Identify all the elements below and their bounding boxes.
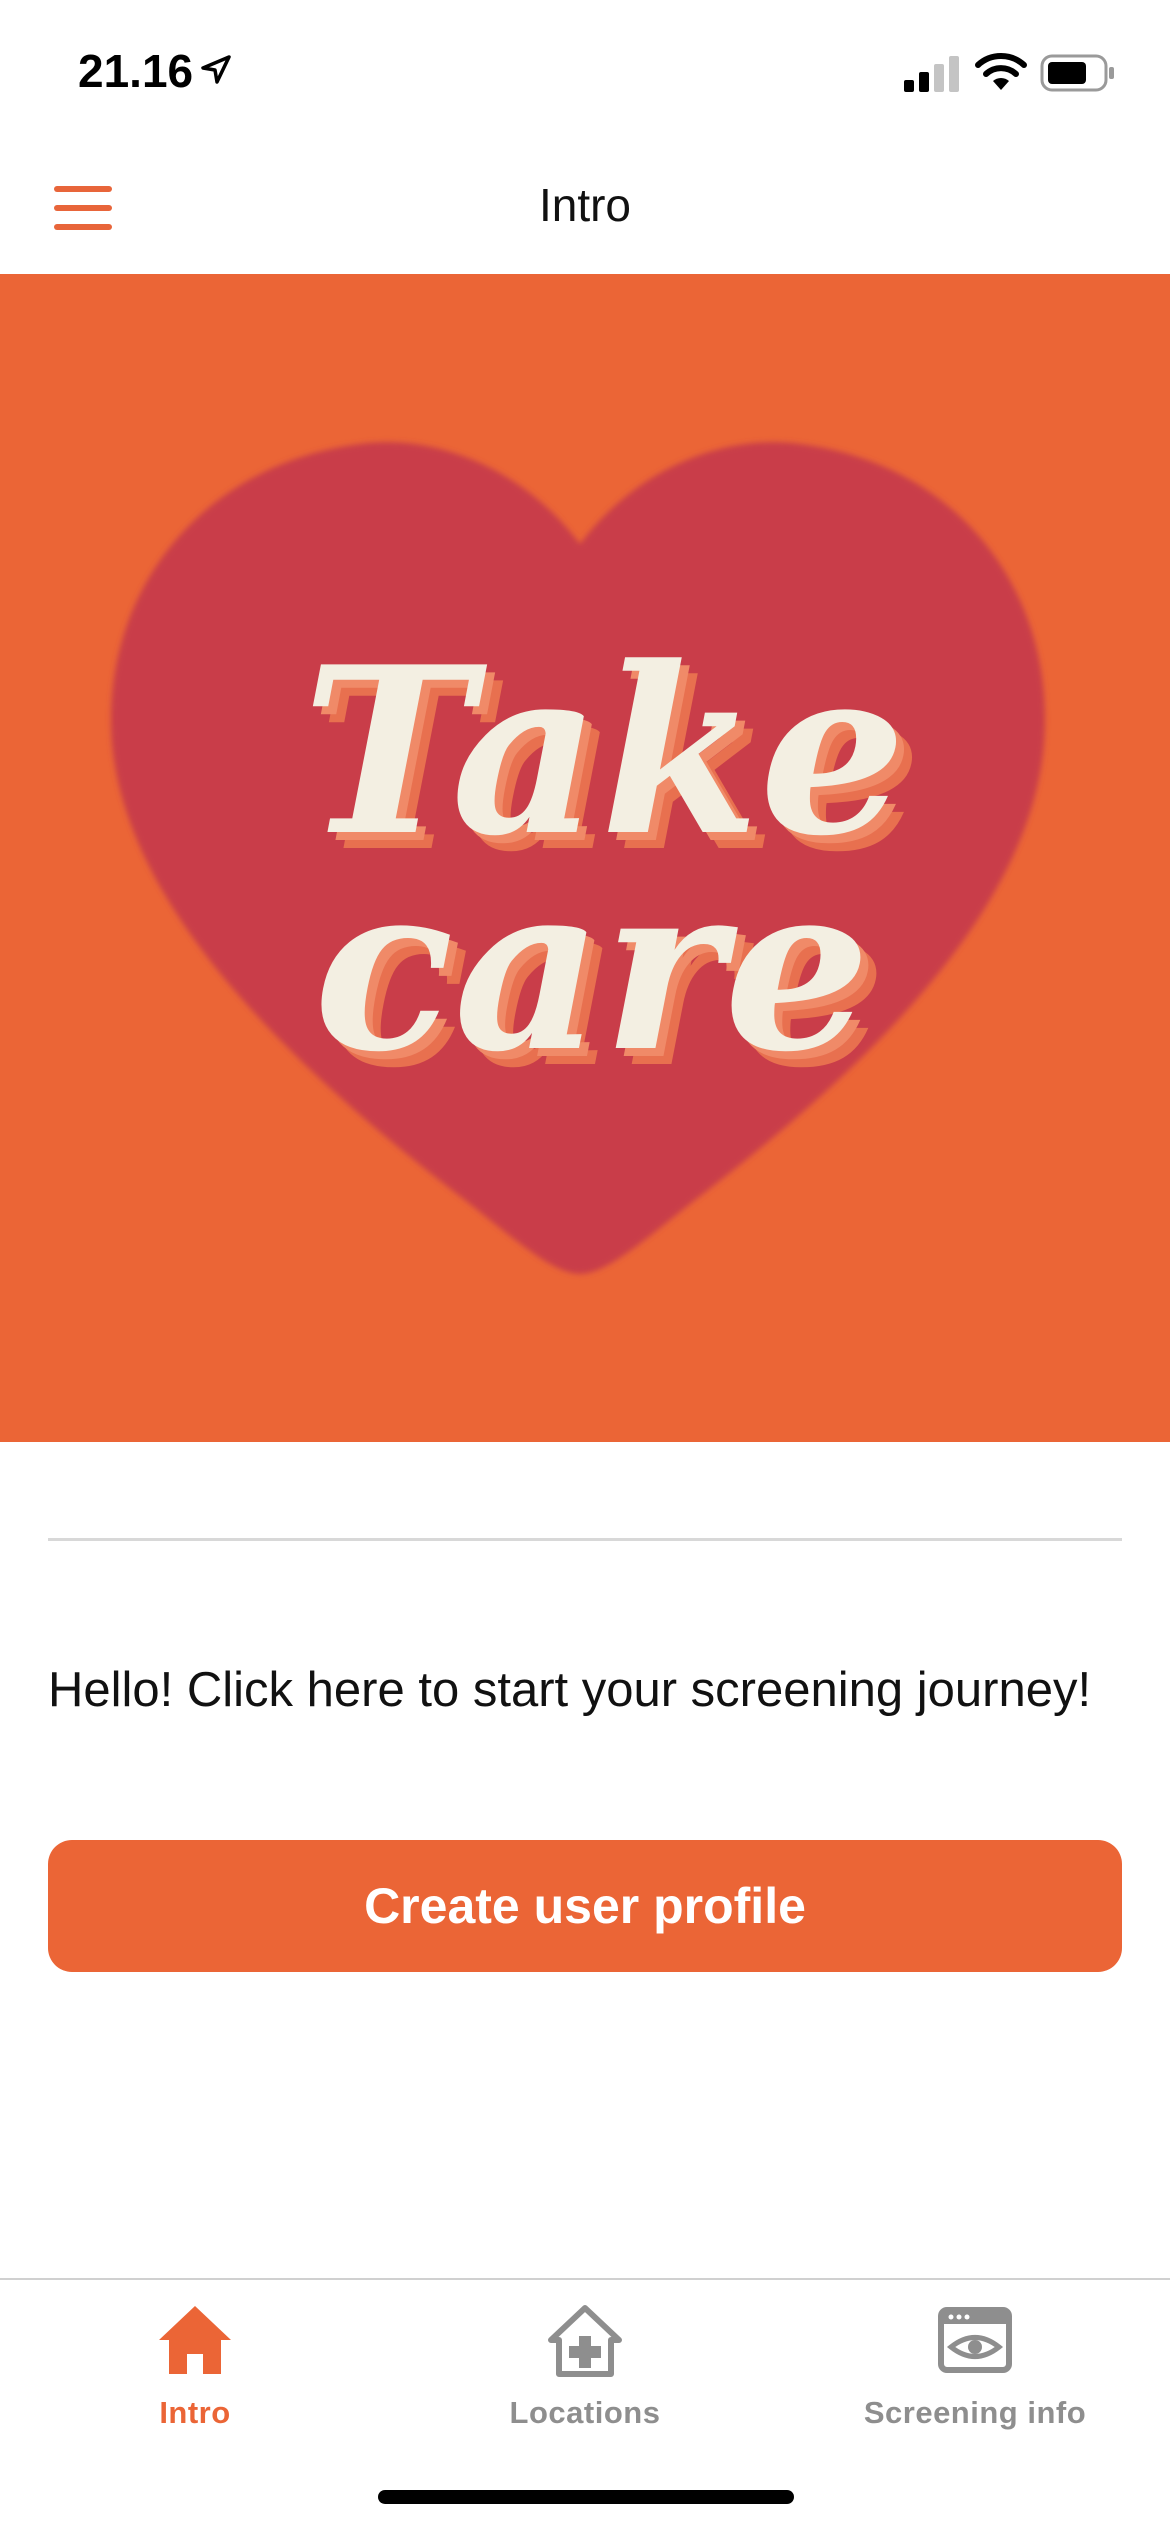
- divider: [48, 1538, 1122, 1541]
- hero-text-line2: care: [314, 833, 871, 1103]
- create-user-profile-label: Create user profile: [364, 1878, 806, 1934]
- battery-icon: [1040, 54, 1116, 97]
- hospital-icon: [390, 2300, 780, 2385]
- status-bar: 21.16: [0, 0, 1170, 140]
- tab-label-screening-info: Screening info: [863, 2395, 1087, 2430]
- eye-window-icon: [780, 2300, 1170, 2385]
- tab-label-intro: Intro: [159, 2395, 231, 2430]
- status-time: 21.16: [78, 45, 194, 97]
- cellular-signal-icon: [904, 56, 960, 97]
- home-icon: [0, 2300, 390, 2385]
- location-arrow-icon: [200, 54, 232, 91]
- app-screen: 21.16 Intro Take Take Take care care car…: [0, 0, 1170, 2532]
- tab-intro[interactable]: Intro: [0, 2300, 390, 2450]
- tab-locations[interactable]: Locations: [390, 2300, 780, 2450]
- home-indicator[interactable]: [378, 2490, 794, 2504]
- tab-screening-info[interactable]: Screening info: [780, 2300, 1170, 2450]
- page-title: Intro: [538, 179, 632, 231]
- wifi-icon: [974, 52, 1028, 97]
- intro-message: Hello! Click here to start your screenin…: [48, 1663, 1092, 1717]
- take-care-hero-image: Take Take Take care care care: [0, 274, 1170, 1442]
- tab-label-locations: Locations: [509, 2395, 661, 2430]
- create-user-profile-button[interactable]: Create user profile: [48, 1840, 1122, 1972]
- navigation-bar: Intro: [0, 140, 1170, 274]
